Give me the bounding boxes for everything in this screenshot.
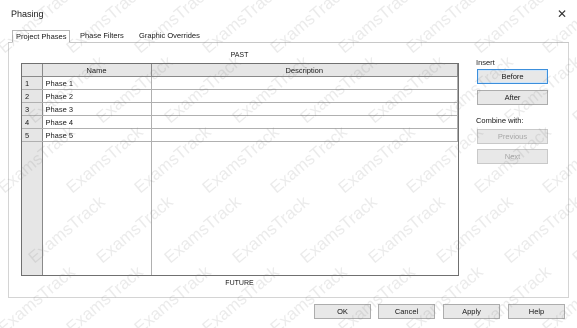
- cancel-button[interactable]: Cancel: [378, 304, 435, 319]
- combine-previous-button[interactable]: Previous: [477, 129, 548, 144]
- future-label: FUTURE: [225, 280, 254, 287]
- combine-with-label: Combine with:: [476, 116, 524, 125]
- insert-after-button[interactable]: After: [477, 90, 548, 105]
- phase-description-cell[interactable]: [151, 128, 458, 142]
- table-row[interactable]: 4 Phase 4: [22, 115, 458, 129]
- insert-before-button[interactable]: Before: [477, 69, 548, 84]
- table-row[interactable]: 3 Phase 3: [22, 102, 458, 116]
- watermark-text: ExamsTrack: [568, 192, 577, 268]
- table-row[interactable]: 2 Phase 2: [22, 89, 458, 103]
- watermark-text: ExamsTrack: [568, 52, 577, 128]
- dialog-title: Phasing: [11, 9, 44, 19]
- phase-description-cell[interactable]: [151, 102, 458, 116]
- phases-grid: Name Description 1 Phase 1 2 Phase 2 3 P…: [21, 63, 459, 276]
- insert-label: Insert: [476, 58, 495, 67]
- combine-next-button[interactable]: Next: [477, 149, 548, 164]
- tab-graphic-overrides[interactable]: Graphic Overrides: [136, 30, 203, 43]
- corner-cell: [22, 64, 43, 77]
- phase-name-cell[interactable]: Phase 2: [42, 89, 152, 103]
- apply-button[interactable]: Apply: [443, 304, 500, 319]
- phase-name-cell[interactable]: Phase 3: [42, 102, 152, 116]
- help-button[interactable]: Help: [508, 304, 565, 319]
- phase-name-cell[interactable]: Phase 5: [42, 128, 152, 142]
- column-header-name[interactable]: Name: [42, 64, 152, 77]
- row-number[interactable]: 2: [22, 89, 43, 103]
- row-number[interactable]: 1: [22, 76, 43, 90]
- phase-description-cell[interactable]: [151, 115, 458, 129]
- phase-description-cell[interactable]: [151, 76, 458, 90]
- phase-name-cell[interactable]: Phase 4: [42, 115, 152, 129]
- tab-phase-filters[interactable]: Phase Filters: [77, 30, 127, 43]
- column-header-description[interactable]: Description: [151, 64, 458, 77]
- phase-description-cell[interactable]: [151, 89, 458, 103]
- table-row[interactable]: 1 Phase 1: [22, 76, 458, 90]
- tab-project-phases[interactable]: Project Phases: [12, 30, 71, 43]
- ok-button[interactable]: OK: [314, 304, 371, 319]
- row-number[interactable]: 5: [22, 128, 43, 142]
- row-number[interactable]: 3: [22, 102, 43, 116]
- phase-name-cell[interactable]: Phase 1: [42, 76, 152, 90]
- phases-table: Name Description 1 Phase 1 2 Phase 2 3 P…: [22, 64, 458, 142]
- table-row[interactable]: 5 Phase 5: [22, 128, 458, 142]
- close-icon[interactable]: ✕: [557, 8, 567, 20]
- past-label: PAST: [230, 52, 249, 59]
- row-number[interactable]: 4: [22, 115, 43, 129]
